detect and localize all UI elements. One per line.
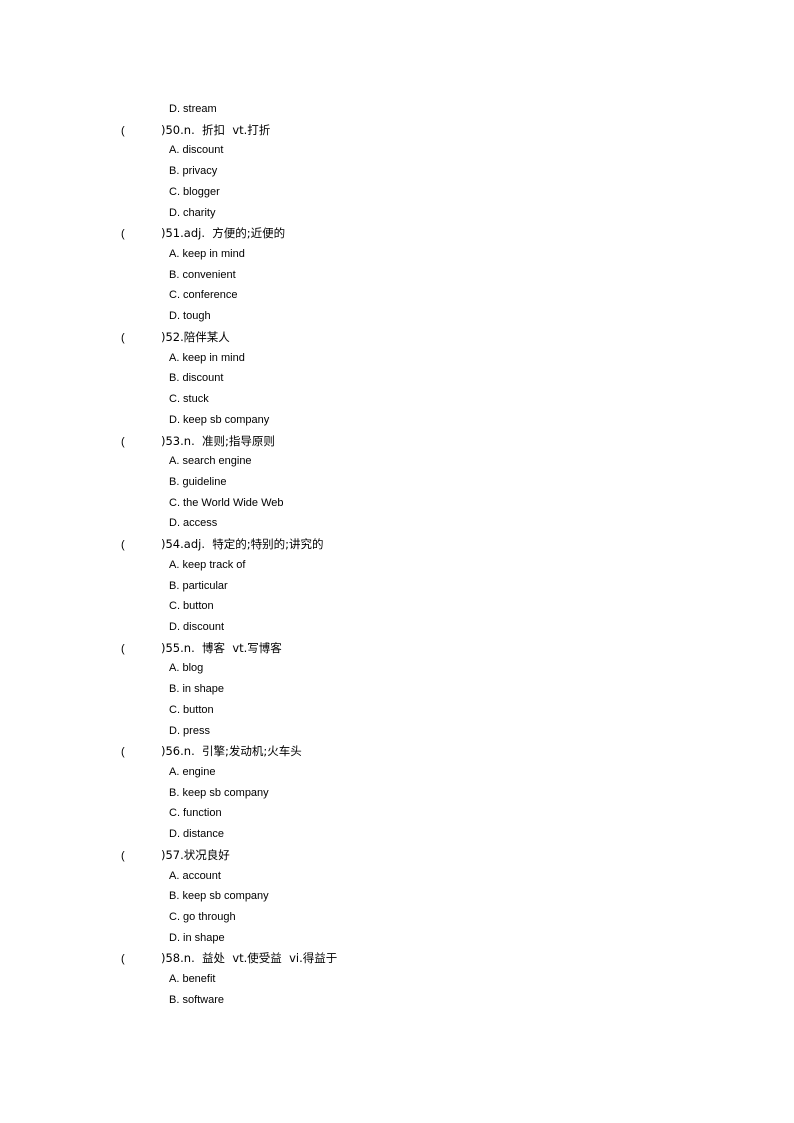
answer-option[interactable]: C. conference [0,285,794,306]
answer-option[interactable]: A. benefit [0,969,794,990]
answer-option[interactable]: A. keep in mind [0,244,794,265]
answer-option[interactable]: D. distance [0,824,794,845]
answer-option[interactable]: D. discount [0,617,794,638]
answer-option[interactable]: C. stuck [0,389,794,410]
answer-option[interactable]: A. keep track of [0,555,794,576]
orphan-option-line: D. stream [169,103,217,115]
answer-blank[interactable]: ( [121,535,161,556]
answer-option[interactable]: D. access [0,513,794,534]
answer-option[interactable]: D. keep sb company [0,410,794,431]
answer-option[interactable]: A. discount [0,140,794,161]
answer-option[interactable]: B. discount [0,368,794,389]
answer-option[interactable]: B. guideline [0,472,794,493]
question-stem[interactable]: ()58.n. 益处 vt.使受益 vi.得益于 [0,948,794,969]
answer-option[interactable]: C. the World Wide Web [0,493,794,514]
answer-blank[interactable]: ( [121,846,161,867]
answer-option[interactable]: B. software [0,990,794,1011]
question-stem[interactable]: ()53.n. 准则;指导原则 [0,431,794,452]
answer-blank[interactable]: ( [121,639,161,660]
answer-option[interactable]: A. engine [0,762,794,783]
question-text: )54.adj. 特定的;特别的;讲究的 [161,537,324,552]
answer-option[interactable]: D. tough [0,306,794,327]
answer-option[interactable]: B. keep sb company [0,886,794,907]
question-text: )55.n. 博客 vt.写博客 [161,640,282,655]
question-text: )53.n. 准则;指导原则 [161,433,275,448]
answer-option[interactable]: A. blog [0,658,794,679]
answer-option[interactable]: A. account [0,866,794,887]
question-stem[interactable]: ()51.adj. 方便的;近便的 [0,223,794,244]
answer-option[interactable]: C. button [0,596,794,617]
question-text: )57.状况良好 [161,847,230,862]
answer-option[interactable]: C. function [0,803,794,824]
question-stem[interactable]: ()54.adj. 特定的;特别的;讲究的 [0,534,794,555]
question-text: )56.n. 引擎;发动机;火车头 [161,744,302,759]
answer-option[interactable]: C. blogger [0,182,794,203]
question-stem[interactable]: ()52.陪伴某人 [0,327,794,348]
answer-option[interactable]: C. go through [0,907,794,928]
answer-option[interactable]: B. convenient [0,265,794,286]
answer-option[interactable]: D. press [0,721,794,742]
question-text: )52.陪伴某人 [161,329,230,344]
worksheet-body: D. stream ()50.n. 折扣 vt.打折 A. discount B. … [0,99,794,1011]
answer-option[interactable]: C. button [0,700,794,721]
answer-option[interactable]: B. in shape [0,679,794,700]
answer-blank[interactable]: ( [121,224,161,245]
answer-blank[interactable]: ( [121,432,161,453]
answer-blank[interactable]: ( [121,949,161,970]
question-stem[interactable]: ()56.n. 引擎;发动机;火车头 [0,741,794,762]
question-stem[interactable]: ()50.n. 折扣 vt.打折 [0,120,794,141]
question-text: )50.n. 折扣 vt.打折 [161,122,271,137]
answer-blank[interactable]: ( [121,742,161,763]
answer-option[interactable]: B. particular [0,576,794,597]
question-text: )51.adj. 方便的;近便的 [161,226,286,241]
question-stem[interactable]: ()57.状况良好 [0,845,794,866]
document-page: D. stream ()50.n. 折扣 vt.打折 A. discount B. … [0,0,794,1123]
answer-option[interactable]: B. privacy [0,161,794,182]
answer-option[interactable]: B. keep sb company [0,783,794,804]
answer-blank[interactable]: ( [121,121,161,142]
answer-option[interactable]: D. in shape [0,928,794,949]
question-list: ()50.n. 折扣 vt.打折 A. discount B. privacy C. … [0,120,794,1011]
question-stem[interactable]: ()55.n. 博客 vt.写博客 [0,638,794,659]
answer-option[interactable]: A. keep in mind [0,348,794,369]
answer-option[interactable]: A. search engine [0,451,794,472]
question-text: )58.n. 益处 vt.使受益 vi.得益于 [161,951,338,966]
answer-blank[interactable]: ( [121,328,161,349]
answer-option[interactable]: D. charity [0,203,794,224]
